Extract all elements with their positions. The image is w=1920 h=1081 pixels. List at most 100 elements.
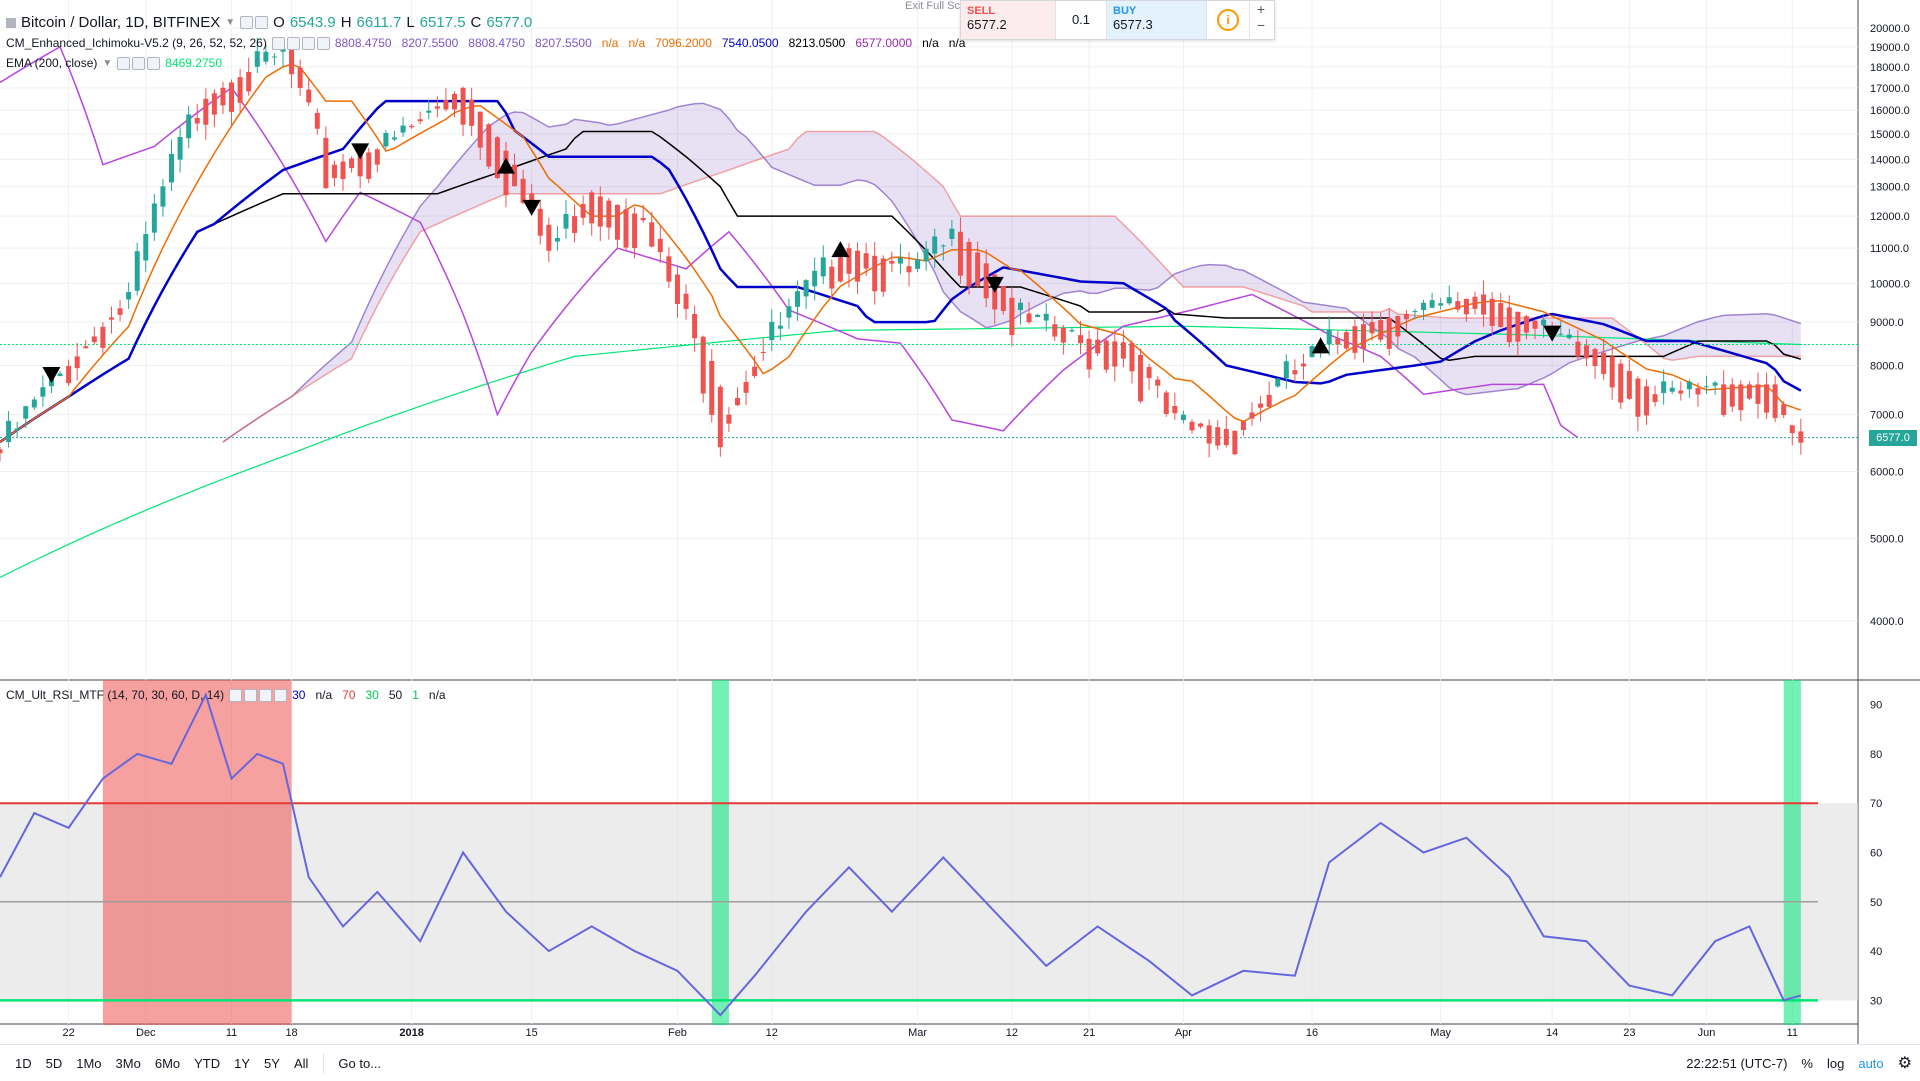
candle-body	[91, 336, 97, 343]
time-tick-label: 11	[1787, 1027, 1798, 1039]
symbol-title[interactable]: Bitcoin / Dollar, 1D, BITFINEX	[21, 14, 220, 31]
ichimoku-value-10: n/a	[922, 36, 939, 50]
hide-icon[interactable]	[240, 16, 254, 29]
close-icon[interactable]	[316, 36, 330, 50]
timeframe-1mo[interactable]: 1Mo	[69, 1056, 108, 1071]
time-tick-label: Dec	[136, 1027, 156, 1039]
rsi-highlight-zone	[102, 680, 292, 1025]
exit-fullscreen-link[interactable]: Exit Full Sc	[905, 0, 960, 12]
info-button[interactable]: i	[1207, 1, 1250, 39]
time-tick-label: Jun	[1698, 1027, 1716, 1039]
timeframe-5y[interactable]: 5Y	[257, 1056, 287, 1071]
candle-body	[949, 228, 955, 239]
ema-buttons[interactable]	[117, 56, 161, 70]
price-tick-label: 10000.0	[1870, 278, 1910, 290]
candle-body	[31, 399, 37, 408]
rsi-title[interactable]: CM_Ult_RSI_MTF (14, 70, 30, 60, D, 14)	[6, 688, 224, 702]
hide-icon[interactable]	[271, 36, 285, 50]
timeframe-1d[interactable]: 1D	[8, 1056, 39, 1071]
sell-button[interactable]: SELL 6577.2	[961, 1, 1056, 39]
symbol-square-icon	[6, 17, 16, 28]
candle-body	[1798, 431, 1804, 443]
auto-toggle[interactable]: auto	[1858, 1056, 1883, 1071]
time-axis[interactable]: 22 Dec 11 18 2018 15 Feb 12 Mar 12 21 Apr 16 May 14 23 J…	[62, 1027, 1798, 1039]
time-tick-label: 12	[766, 1027, 778, 1039]
ichimoku-legend: CM_Enhanced_Ichimoku-V5.2 (9, 26, 52, 52…	[6, 36, 965, 50]
hide-icon[interactable]	[117, 56, 131, 70]
time-tick-label: Mar	[908, 1027, 927, 1039]
rsi-buttons[interactable]	[229, 688, 288, 702]
close-icon[interactable]	[147, 56, 161, 70]
candle-body	[752, 366, 758, 377]
chart-canvas[interactable]: 20000.019000.018000.017000.016000.015000…	[0, 0, 1920, 1080]
candle-body	[1378, 320, 1384, 340]
timeframe-ytd[interactable]: YTD	[187, 1056, 227, 1071]
settings-icon[interactable]	[132, 56, 146, 70]
close-value: 6577.0	[486, 14, 533, 31]
candle-body	[1506, 307, 1512, 343]
hide-icon[interactable]	[229, 688, 243, 702]
settings-icon[interactable]	[244, 688, 258, 702]
buy-button[interactable]: BUY 6577.3	[1107, 1, 1207, 39]
candle-body	[1155, 379, 1161, 386]
timeframe-3mo[interactable]: 3Mo	[109, 1056, 148, 1071]
price-axis[interactable]: 20000.0 19000.0 18000.0 17000.0 16000.0 15000…	[1870, 23, 1910, 628]
candle-body	[1403, 314, 1409, 320]
clock-readout[interactable]: 22:22:51 (UTC-7)	[1686, 1056, 1787, 1071]
quantity-stepper[interactable]: + −	[1250, 1, 1272, 39]
chevron-down-icon[interactable]: ▼	[225, 17, 235, 28]
timeframe-5d[interactable]: 5D	[39, 1056, 70, 1071]
candle-body	[1618, 363, 1624, 403]
open-label: O	[273, 14, 285, 31]
ema-title[interactable]: EMA (200, close)	[6, 56, 97, 70]
add-icon[interactable]	[301, 36, 315, 50]
candle-body	[1180, 414, 1186, 420]
percent-toggle[interactable]: %	[1801, 1056, 1813, 1071]
buy-price: 6577.3	[1113, 17, 1153, 32]
ema-legend: EMA (200, close) ▼ 8469.2750	[6, 56, 222, 70]
minus-icon[interactable]: −	[1257, 17, 1265, 33]
price-tick-label: 9000.0	[1870, 317, 1904, 329]
candle-body	[177, 137, 183, 160]
price-tick-label: 17000.0	[1870, 83, 1910, 95]
candle-body	[1438, 303, 1444, 306]
more-icon[interactable]	[274, 688, 288, 702]
timeframe-all[interactable]: All	[287, 1056, 315, 1071]
log-toggle[interactable]: log	[1827, 1056, 1844, 1071]
trade-widget: SELL 6577.2 0.1 BUY 6577.3 i + −	[960, 0, 1275, 40]
candle-body	[1215, 427, 1221, 446]
symbol-buttons[interactable]	[240, 16, 269, 29]
rsi-value-3: 30	[365, 688, 379, 702]
timeframe-6mo[interactable]: 6Mo	[148, 1056, 187, 1071]
candle-body	[1566, 334, 1572, 339]
quantity-field[interactable]: 0.1	[1056, 1, 1107, 39]
price-tick-label: 11000.0	[1870, 243, 1909, 255]
last-price-tag: 6577.0	[1869, 429, 1917, 446]
settings-icon[interactable]	[286, 36, 300, 50]
ichimoku-title[interactable]: CM_Enhanced_Ichimoku-V5.2 (9, 26, 52, 52…	[6, 36, 267, 50]
candle-body	[417, 119, 423, 122]
ichimoku-buttons[interactable]	[271, 36, 330, 50]
gear-icon[interactable]: ⚙	[1898, 1053, 1912, 1073]
candle-body	[855, 250, 861, 282]
rsi-values: 30 n/a 70 30 50 1 n/a	[292, 688, 446, 702]
candle-body	[563, 213, 569, 229]
candle-body	[700, 336, 706, 394]
goto-button[interactable]: Go to...	[332, 1056, 387, 1071]
timeframe-1y[interactable]: 1Y	[227, 1056, 257, 1071]
ichimoku-value-3: 8207.5500	[535, 36, 592, 50]
candle-body	[434, 106, 440, 109]
candle-body	[220, 87, 226, 106]
candle-body	[108, 317, 114, 320]
close-icon[interactable]	[259, 688, 273, 702]
low-label: L	[406, 14, 415, 31]
candle-body	[443, 100, 449, 110]
candle-body	[1772, 384, 1778, 419]
candle-body	[460, 87, 466, 125]
candle-body	[1069, 330, 1075, 332]
settings-icon[interactable]	[255, 16, 269, 29]
candle-body	[1523, 316, 1529, 333]
plus-icon[interactable]: +	[1257, 1, 1265, 17]
chevron-down-icon[interactable]: ▼	[102, 58, 112, 69]
price-tick-label: 13000.0	[1870, 182, 1910, 194]
